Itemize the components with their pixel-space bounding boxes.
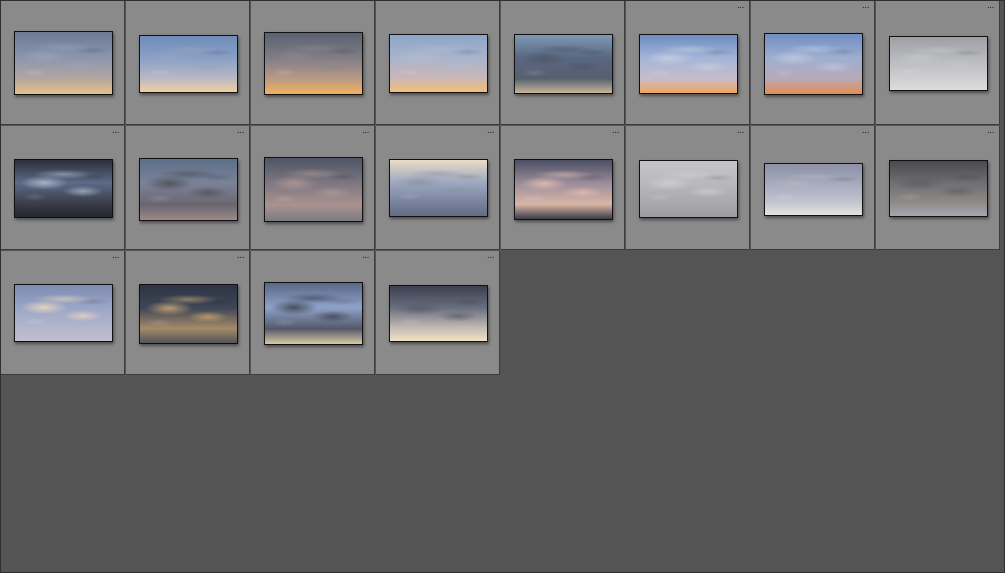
grid-cell[interactable]: ... (1, 126, 125, 250)
metadata-badge-icon[interactable]: ... (987, 127, 995, 136)
sky-photo-10[interactable] (139, 158, 238, 221)
cloud-texture (265, 33, 362, 94)
grid-cell[interactable]: ... (876, 1, 1000, 125)
grid-cell[interactable]: ... (376, 126, 500, 250)
photo-grid: ........................................… (0, 0, 1005, 573)
cloud-texture (140, 159, 237, 220)
grid-cell[interactable]: ... (251, 126, 375, 250)
metadata-badge-icon[interactable]: ... (737, 127, 745, 136)
grid-cell[interactable]: ... (501, 126, 625, 250)
grid-cell[interactable]: ... (751, 1, 875, 125)
cloud-texture (15, 32, 112, 94)
cloud-texture (140, 285, 237, 343)
grid-cell[interactable]: ... (751, 126, 875, 250)
metadata-badge-icon[interactable]: ... (112, 252, 120, 261)
sky-photo-04[interactable] (389, 34, 488, 93)
cloud-texture (890, 37, 987, 90)
cloud-texture (390, 286, 487, 341)
grid-cell[interactable]: ... (1, 251, 125, 375)
grid-cell[interactable]: ... (126, 126, 250, 250)
sky-photo-01[interactable] (14, 31, 113, 95)
cloud-texture (515, 35, 612, 93)
metadata-badge-icon[interactable]: ... (987, 2, 995, 11)
sky-photo-02[interactable] (139, 35, 238, 93)
metadata-badge-icon[interactable]: ... (737, 2, 745, 11)
sky-photo-08[interactable] (889, 36, 988, 91)
grid-cell[interactable] (501, 1, 625, 125)
cloud-texture (765, 34, 862, 94)
grid-cell[interactable]: ... (626, 1, 750, 125)
cloud-texture (765, 164, 862, 215)
cloud-texture (515, 160, 612, 219)
grid-cell[interactable]: ... (376, 251, 500, 375)
grid-cell[interactable] (126, 1, 250, 125)
grid-cell[interactable]: ... (126, 251, 250, 375)
sky-photo-14[interactable] (639, 160, 738, 218)
grid-cell[interactable] (376, 1, 500, 125)
cloud-texture (15, 160, 112, 217)
sky-photo-13[interactable] (514, 159, 613, 220)
cloud-texture (640, 161, 737, 217)
metadata-badge-icon[interactable]: ... (862, 2, 870, 11)
metadata-badge-icon[interactable]: ... (487, 127, 495, 136)
sky-photo-03[interactable] (264, 32, 363, 95)
metadata-badge-icon[interactable]: ... (862, 127, 870, 136)
grid-cell[interactable]: ... (251, 251, 375, 375)
metadata-badge-icon[interactable]: ... (237, 252, 245, 261)
sky-photo-19[interactable] (264, 282, 363, 345)
sky-photo-12[interactable] (389, 159, 488, 217)
cloud-texture (140, 36, 237, 92)
sky-photo-20[interactable] (389, 285, 488, 342)
sky-photo-11[interactable] (264, 157, 363, 222)
metadata-badge-icon[interactable]: ... (362, 252, 370, 261)
sky-photo-15[interactable] (764, 163, 863, 216)
sky-photo-18[interactable] (139, 284, 238, 344)
cloud-texture (640, 35, 737, 93)
metadata-badge-icon[interactable]: ... (237, 127, 245, 136)
cloud-texture (390, 160, 487, 216)
cloud-texture (265, 158, 362, 221)
sky-photo-07[interactable] (764, 33, 863, 95)
grid-cell[interactable]: ... (876, 126, 1000, 250)
grid-cell[interactable]: ... (626, 126, 750, 250)
grid-cell[interactable] (1, 1, 125, 125)
sky-photo-05[interactable] (514, 34, 613, 94)
metadata-badge-icon[interactable]: ... (487, 252, 495, 261)
cloud-texture (890, 161, 987, 216)
cloud-texture (15, 285, 112, 341)
sky-photo-16[interactable] (889, 160, 988, 217)
sky-photo-09[interactable] (14, 159, 113, 218)
cloud-texture (265, 283, 362, 344)
grid-cell[interactable] (251, 1, 375, 125)
sky-photo-17[interactable] (14, 284, 113, 342)
sky-photo-06[interactable] (639, 34, 738, 94)
metadata-badge-icon[interactable]: ... (612, 127, 620, 136)
metadata-badge-icon[interactable]: ... (112, 127, 120, 136)
cloud-texture (390, 35, 487, 92)
metadata-badge-icon[interactable]: ... (362, 127, 370, 136)
